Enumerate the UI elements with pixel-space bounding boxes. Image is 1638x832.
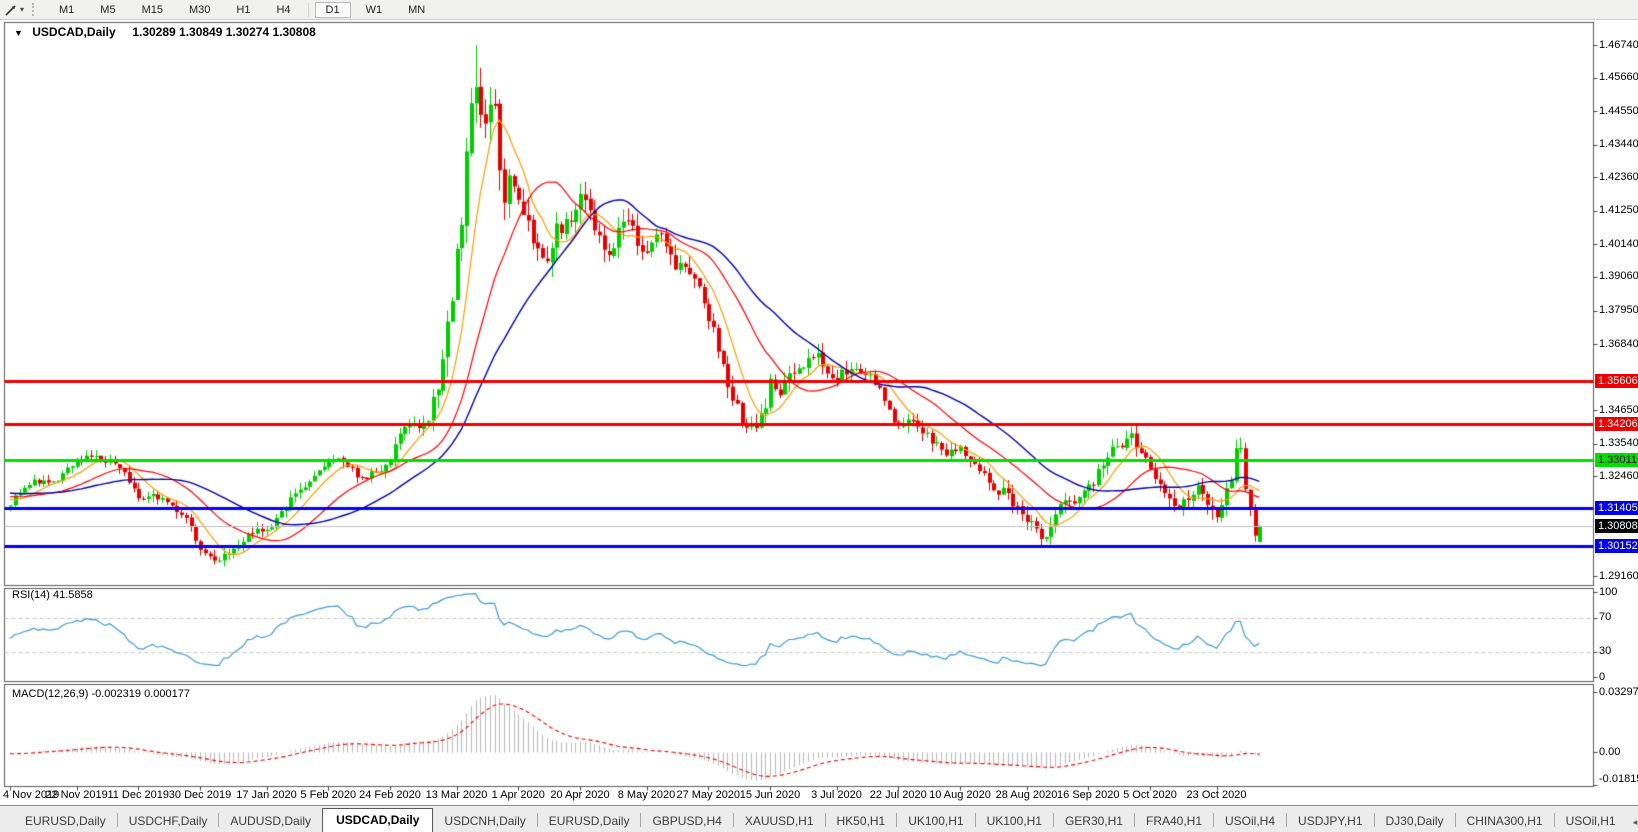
price-level-badge: 1.31405 — [1595, 501, 1638, 516]
date-axis-label: 22 Jul 2020 — [869, 789, 927, 801]
price-axis-tick-label: 1.40140 — [1599, 237, 1638, 250]
chart-symbol-label: USDCAD,Daily — [32, 25, 116, 39]
chart-tab-9[interactable]: UK100,H1 — [897, 810, 974, 832]
chart-tab-3[interactable]: USDCAD,Daily — [322, 808, 434, 832]
timeframe-button-d1[interactable]: D1 — [314, 1, 351, 18]
chart-canvas[interactable] — [0, 0, 1638, 832]
date-axis-label: 24 Feb 2020 — [359, 789, 421, 801]
date-axis-label: 27 May 2020 — [676, 789, 741, 801]
date-axis-label: 16 Sep 2020 — [1057, 789, 1120, 801]
chart-tab-14[interactable]: USDJPY,H1 — [1287, 810, 1373, 832]
macd-axis-tick-label: 0.00 — [1599, 745, 1621, 758]
date-axis-label: 1 Apr 2020 — [491, 789, 545, 801]
chart-tab-7[interactable]: XAUUSD,H1 — [734, 810, 825, 832]
chart-tab-2[interactable]: AUDUSD,Daily — [219, 810, 322, 832]
timeframe-button-mn[interactable]: MN — [397, 2, 436, 18]
date-axis-label: 8 May 2020 — [617, 789, 676, 801]
chart-tab-13[interactable]: USOil,H4 — [1214, 810, 1286, 832]
price-level-badge: 1.33011 — [1595, 452, 1638, 467]
terminal-window: ▾ M1 M5 M15 M30 H1 H4 D1 W1 MN ▼ USDCAD,Daily 1.… — [0, 0, 1638, 832]
timeframe-button-h4[interactable]: H4 — [265, 2, 301, 18]
macd-axis-tick-label: -0.018154 — [1599, 772, 1638, 785]
drawing-tool-button[interactable]: ▾ — [0, 3, 24, 17]
chart-tab-0[interactable]: EURUSD,Daily — [14, 810, 117, 832]
chart-tab-bar: EURUSD,Daily USDCHF,Daily AUDUSD,Daily USDC… — [0, 805, 1638, 832]
date-axis-label: 20 Apr 2020 — [550, 789, 610, 801]
price-axis-tick-label: 1.41250 — [1599, 204, 1638, 217]
chart-tab-6[interactable]: GBPUSD,H4 — [641, 810, 732, 832]
price-axis-tick-label: 1.44550 — [1599, 104, 1638, 117]
chart-tab-1[interactable]: USDCHF,Daily — [118, 810, 219, 832]
chart-tab-5[interactable]: EURUSD,Daily — [538, 810, 641, 832]
chart-tab-17[interactable]: USOil,H1 — [1555, 810, 1627, 832]
toolbar-grip-handle[interactable] — [32, 3, 38, 16]
chart-tabs: EURUSD,Daily USDCHF,Daily AUDUSD,Daily USDC… — [14, 808, 1627, 832]
price-axis-tick-label: 1.33540 — [1599, 437, 1638, 450]
date-axis-label: 22 Nov 2019 — [45, 789, 108, 801]
tab-scroll-left-icon[interactable]: ◂ — [1633, 817, 1638, 828]
chart-tab-10[interactable]: UK100,H1 — [976, 810, 1053, 832]
toolbar-separator — [307, 2, 309, 17]
timeframe-buttons: M1 M5 M15 M30 H1 H4 D1 W1 MN — [46, 1, 438, 18]
chart-tab-16[interactable]: CHINA300,H1 — [1456, 810, 1554, 832]
rsi-indicator-label: RSI(14) 41.5858 — [12, 589, 93, 601]
date-axis-label: 15 Jun 2020 — [739, 789, 801, 801]
timeframe-button-m30[interactable]: M30 — [178, 2, 221, 18]
price-axis-tick-label: 1.29160 — [1599, 569, 1638, 582]
price-axis-tick-label: 1.32460 — [1599, 469, 1638, 482]
price-level-badge: 1.30152 — [1595, 539, 1638, 554]
price-axis-tick-label: 1.34650 — [1599, 403, 1638, 416]
date-axis-label: 13 Mar 2020 — [425, 789, 488, 801]
price-axis-tick-label: 1.36840 — [1599, 337, 1638, 350]
timeframe-button-m5[interactable]: M5 — [89, 2, 126, 18]
date-axis-label: 11 Dec 2019 — [107, 789, 170, 801]
trendline-tool-icon — [5, 4, 16, 16]
symbol-collapse-icon[interactable]: ▼ — [14, 28, 23, 38]
chart-tab-8[interactable]: HK50,H1 — [826, 810, 897, 832]
price-level-badge: 1.34206 — [1595, 416, 1638, 431]
chevron-down-icon: ▾ — [20, 5, 25, 14]
chart-tab-4[interactable]: USDCNH,Daily — [433, 810, 536, 832]
timeframe-button-h1[interactable]: H1 — [225, 2, 261, 18]
price-axis-tick-label: 1.45660 — [1599, 71, 1638, 84]
rsi-axis-tick-label: 0 — [1599, 670, 1606, 683]
price-axis-tick-label: 1.37950 — [1599, 304, 1638, 316]
tab-scroll-controls: ◂ ▸ — [1627, 817, 1638, 832]
date-axis-label: 10 Aug 2020 — [929, 789, 991, 801]
price-axis-tick-label: 1.42360 — [1599, 170, 1638, 183]
date-axis-label: 23 Oct 2020 — [1186, 789, 1247, 801]
rsi-axis-tick-label: 70 — [1599, 611, 1612, 623]
timeframe-toolbar: ▾ M1 M5 M15 M30 H1 H4 D1 W1 MN — [0, 0, 1638, 20]
macd-indicator-label: MACD(12,26,9) -0.002319 0.000177 — [12, 688, 190, 700]
price-axis-tick-label: 1.43440 — [1599, 138, 1638, 151]
date-axis-label: 30 Dec 2019 — [168, 789, 232, 801]
date-axis-label: 5 Oct 2020 — [1123, 789, 1177, 801]
price-axis-tick-label: 1.46740 — [1599, 38, 1638, 51]
chart-title: ▼ USDCAD,Daily 1.30289 1.30849 1.30274 1… — [14, 25, 316, 39]
chart-tab-11[interactable]: GER30,H1 — [1054, 810, 1134, 832]
current-price-badge: 1.30808 — [1595, 519, 1638, 534]
macd-axis-tick-label: 0.032972 — [1599, 685, 1638, 698]
timeframe-button-m15[interactable]: M15 — [131, 2, 174, 18]
price-level-badge: 1.35606 — [1595, 374, 1638, 389]
date-axis-label: 28 Aug 2020 — [995, 789, 1058, 801]
timeframe-button-m1[interactable]: M1 — [48, 2, 85, 18]
date-axis-label: 5 Feb 2020 — [300, 789, 357, 801]
chart-ohlc-values: 1.30289 1.30849 1.30274 1.30808 — [132, 25, 316, 39]
chart-tab-15[interactable]: DJ30,Daily — [1375, 810, 1455, 832]
chart-tab-12[interactable]: FRA40,H1 — [1135, 810, 1213, 832]
timeframe-button-w1[interactable]: W1 — [355, 2, 394, 18]
date-axis-label: 17 Jan 2020 — [236, 789, 297, 801]
rsi-axis-tick-label: 30 — [1599, 645, 1612, 657]
rsi-axis-tick-label: 100 — [1599, 585, 1618, 598]
price-axis-tick-label: 1.39060 — [1599, 270, 1638, 283]
date-axis-label: 3 Jul 2020 — [811, 789, 862, 801]
